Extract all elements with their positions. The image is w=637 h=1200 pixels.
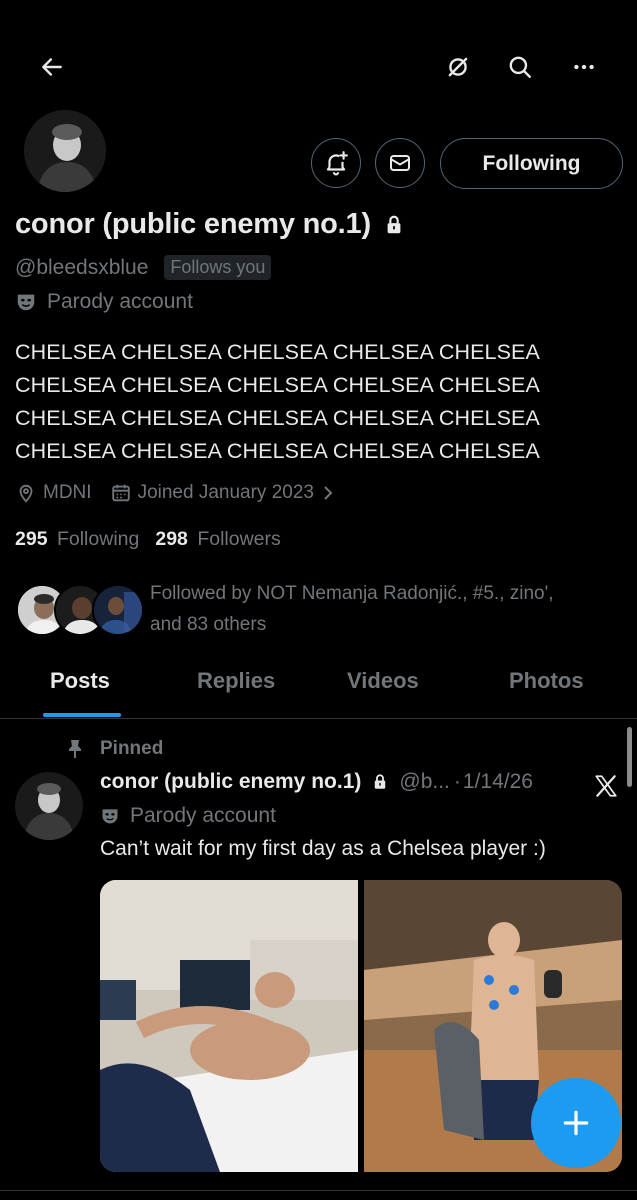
bio-line: CHELSEA CHELSEA CHELSEA CHELSEA CHELSEA <box>15 340 540 364</box>
following-count-link[interactable]: 295 Following <box>15 528 139 551</box>
tab-videos[interactable]: Videos <box>347 668 419 694</box>
handle-row: @bleedsxblue Follows you <box>15 255 272 280</box>
bio-line: CHELSEA CHELSEA CHELSEA CHELSEA CHELSEA <box>15 373 540 397</box>
followed-by-line: and 83 others <box>150 614 267 635</box>
followed-by-avatars[interactable] <box>16 584 144 636</box>
location-icon <box>19 484 33 503</box>
lock-icon <box>375 774 386 789</box>
search-icon <box>509 56 531 78</box>
bio: CHELSEA CHELSEA CHELSEA CHELSEA CHELSEA … <box>15 336 540 468</box>
mask-icon <box>17 294 35 311</box>
following-button[interactable]: Following <box>440 138 623 189</box>
post-author-name[interactable]: conor (public enemy no.1) <box>100 770 361 794</box>
more-button[interactable] <box>562 45 606 89</box>
mask-icon <box>102 809 118 824</box>
display-name-row: conor (public enemy no.1) <box>15 208 405 241</box>
handle: @bleedsxblue <box>15 255 149 279</box>
lock-icon <box>387 215 401 233</box>
plus-icon <box>563 1110 589 1136</box>
tab-active-indicator <box>43 713 121 717</box>
followers-count-link[interactable]: 298 Followers <box>155 528 280 551</box>
joined-date: Joined January 2023 <box>137 482 314 503</box>
bell-plus-icon <box>326 151 348 176</box>
post-parody-row: Parody account <box>100 804 276 828</box>
parody-label-row: Parody account <box>15 290 193 314</box>
followed-by-line: Followed by NOT Nemanja Radonjić., #5., … <box>150 583 554 604</box>
post-parody-label: Parody account <box>130 804 276 827</box>
followed-by-text[interactable]: Followed by NOT Nemanja Radonjić., #5., … <box>150 578 554 640</box>
compose-button[interactable] <box>531 1078 621 1168</box>
avatar <box>92 584 144 636</box>
avatar-image <box>15 772 83 840</box>
slashed-circle-icon <box>448 57 468 77</box>
notifications-button[interactable] <box>311 138 361 188</box>
post-date: 1/14/26 <box>462 770 533 793</box>
joined-link[interactable]: Joined January 2023 <box>110 482 336 504</box>
post-text: Can’t wait for my first day as a Chelsea… <box>100 837 546 860</box>
bio-line: CHELSEA CHELSEA CHELSEA CHELSEA CHELSEA <box>15 439 540 463</box>
x-logo-icon <box>595 775 617 797</box>
tab-photos[interactable]: Photos <box>509 668 584 694</box>
followers-label: Followers <box>197 528 281 550</box>
display-name: conor (public enemy no.1) <box>15 208 371 240</box>
tabs-divider <box>0 718 637 719</box>
pinned-label: Pinned <box>100 738 164 759</box>
bio-line: CHELSEA CHELSEA CHELSEA CHELSEA CHELSEA <box>15 406 540 430</box>
post-author-avatar[interactable] <box>15 772 83 840</box>
profile-meta-row: MDNI Joined January 2023 <box>15 482 336 504</box>
envelope-icon <box>390 155 410 171</box>
post-header: conor (public enemy no.1) @b... · 1/14/2… <box>100 770 533 794</box>
tab-posts[interactable]: Posts <box>50 668 110 694</box>
message-button[interactable] <box>375 138 425 188</box>
followers-count: 298 <box>155 528 188 550</box>
x-logo-button[interactable] <box>588 768 624 804</box>
following-label: Following <box>56 528 140 550</box>
calendar-icon <box>111 484 130 502</box>
back-button[interactable] <box>30 45 74 89</box>
chevron-right-icon <box>324 486 333 500</box>
pin-icon <box>69 740 81 758</box>
bottom-bar-divider <box>0 1190 637 1191</box>
scrollbar[interactable] <box>627 727 632 787</box>
post-photo[interactable] <box>100 880 358 1172</box>
grok-button[interactable] <box>436 45 480 89</box>
post-separator: · <box>453 770 461 793</box>
photo-image <box>100 880 358 1172</box>
tab-replies[interactable]: Replies <box>197 668 275 694</box>
avatar-image <box>24 110 106 192</box>
post-author-handle: @b... <box>399 770 450 793</box>
profile-avatar[interactable] <box>22 108 108 194</box>
follow-counts: 295 Following 298 Followers <box>15 528 281 551</box>
follows-you-badge: Follows you <box>164 255 272 280</box>
following-count: 295 <box>15 528 48 550</box>
location: MDNI <box>43 482 92 503</box>
arrow-left-icon <box>42 58 62 76</box>
search-button[interactable] <box>498 45 542 89</box>
parody-label: Parody account <box>47 290 193 313</box>
more-horizontal-icon <box>574 64 594 70</box>
pinned-row: Pinned <box>66 738 163 760</box>
